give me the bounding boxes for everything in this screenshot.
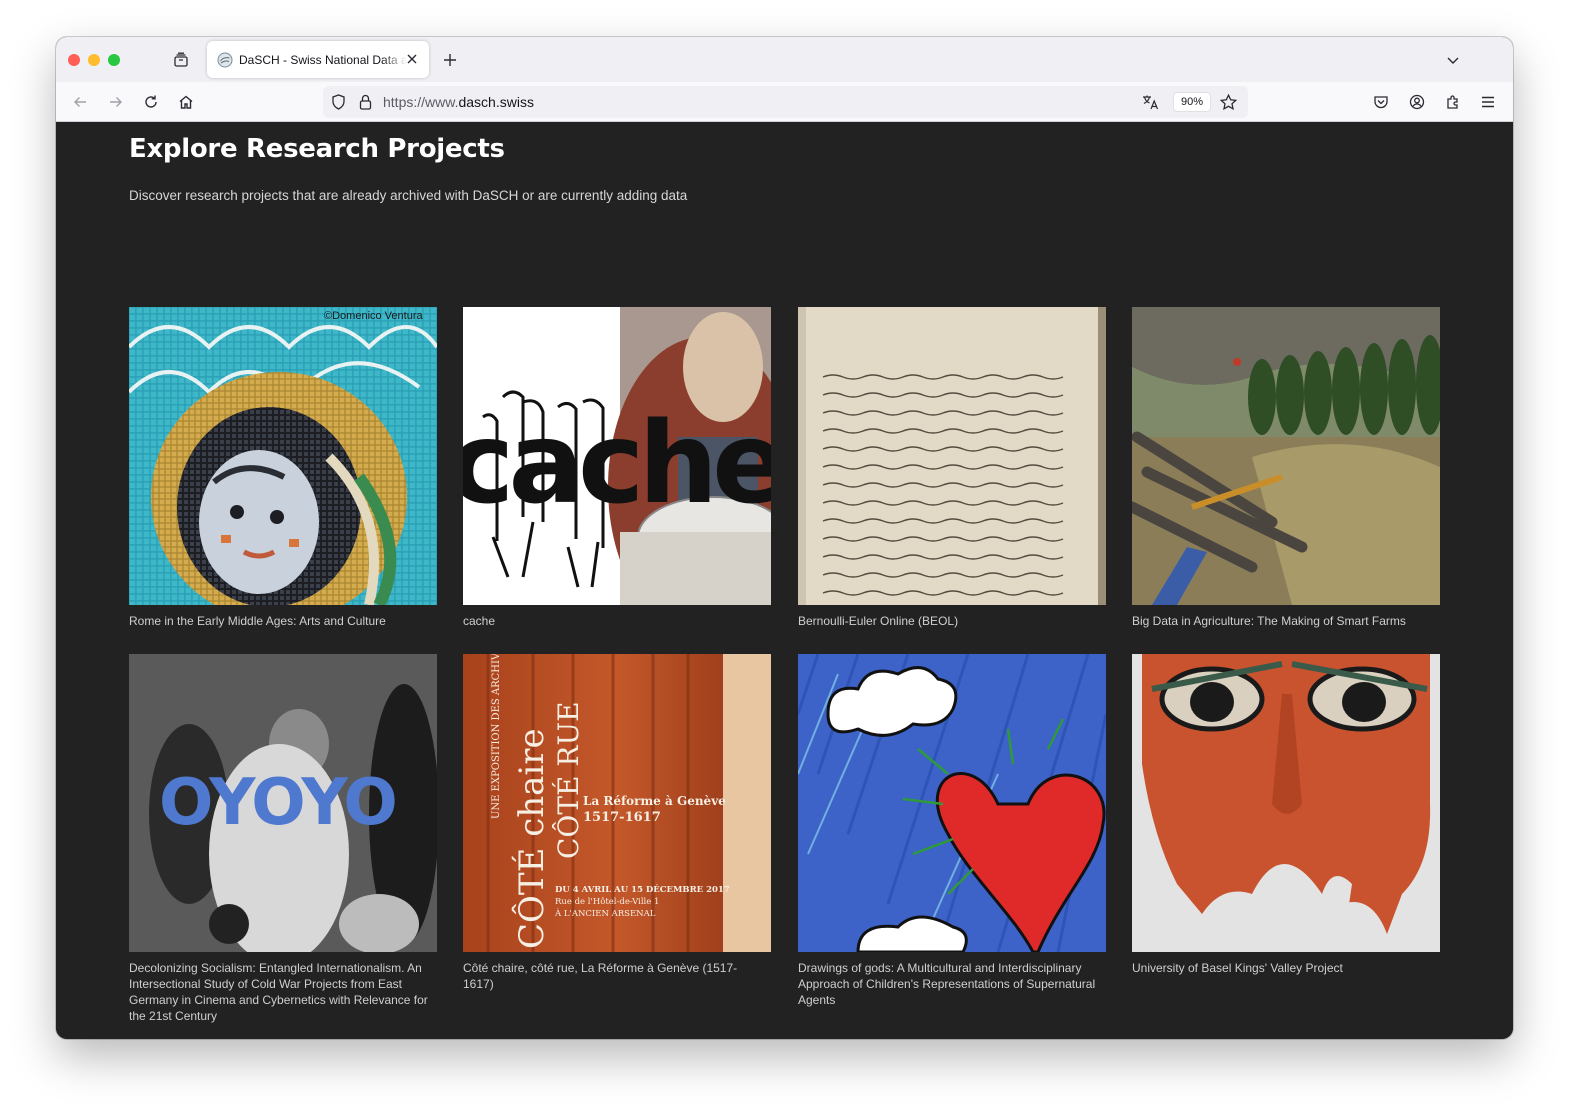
page-title: Explore Research Projects [129,134,505,164]
poster-line-2: Rue de l'Hôtel-de-Ville 1 [555,896,659,907]
poster-line-3: À L'ANCIEN ARSENAL [554,907,656,919]
tab-title: DaSCH - Swiss National Data and Service … [239,52,407,67]
child-drawing-image [798,654,1106,952]
reload-icon[interactable] [141,92,161,112]
translate-icon[interactable] [1141,93,1159,111]
cache-image-text: cache [463,399,771,529]
project-caption[interactable]: Decolonizing Socialism: Entangled Intern… [129,960,429,1024]
project-caption[interactable]: Drawings of gods: A Multicultural and In… [798,960,1098,1008]
bookmark-star-icon[interactable] [1219,93,1237,111]
project-card[interactable]: cache cache [463,307,771,629]
new-tab-icon[interactable] [440,50,460,70]
tab-close-icon[interactable] [404,51,420,67]
farm-landscape-image [1132,307,1440,605]
project-image [1132,654,1440,952]
dance-photo-image: OYOYO [129,654,437,952]
project-card[interactable]: University of Basel Kings' Valley Projec… [1132,654,1440,976]
tab-overview-icon[interactable] [171,50,191,70]
cache-collage-image: cache [463,307,771,605]
url-text[interactable]: https://www.dasch.swiss [383,94,534,110]
window-minimize-button[interactable] [88,54,100,66]
mosaic-image: ©Domenico Ventura [129,307,437,605]
project-card[interactable]: OYOYO Decolonizing Socialism: Entangled … [129,654,437,1024]
project-caption[interactable]: Big Data in Agriculture: The Making of S… [1132,613,1432,629]
project-card[interactable]: Big Data in Agriculture: The Making of S… [1132,307,1440,629]
project-image [1132,307,1440,605]
poster-title-b: CÔTÉ RUE [551,701,585,859]
image-credit: ©Domenico Ventura [324,310,423,322]
poster-line-1: DU 4 AVRIL AU 15 DÉCEMBRE 2017 [555,883,730,895]
address-bar[interactable]: https://www.dasch.swiss 90% [323,86,1248,118]
home-icon[interactable] [176,92,196,112]
page-subtitle: Discover research projects that are alre… [129,188,688,203]
project-caption[interactable]: University of Basel Kings' Valley Projec… [1132,960,1432,976]
project-card[interactable]: ©Domenico Ventura Rome in the Early Midd… [129,307,437,629]
list-all-tabs-chevron-icon[interactable] [1443,50,1463,70]
menu-hamburger-icon[interactable] [1478,92,1498,112]
project-image: cache [463,307,771,605]
project-caption[interactable]: cache [463,613,763,629]
browser-window: DaSCH - Swiss National Data and Service … [56,37,1513,1039]
poster-heading-1: La Réforme à Genève [583,794,726,808]
oyoyo-image-text: OYOYO [159,766,396,840]
pocket-icon[interactable] [1371,92,1391,112]
project-caption[interactable]: Bernoulli-Euler Online (BEOL) [798,613,1098,629]
project-image: ©Domenico Ventura [129,307,437,605]
lock-icon[interactable] [356,93,374,111]
manuscript-image [798,307,1106,605]
project-image: OYOYO [129,654,437,952]
tab-strip: DaSCH - Swiss National Data and Service … [56,37,1513,82]
poster-side-text: UNE EXPOSITION DES ARCHIVES D'ÉTAT [490,654,502,819]
project-caption[interactable]: Côté chaire, côté rue, La Réforme à Genè… [463,960,763,992]
url-domain: dasch.swiss [458,94,534,110]
project-card[interactable]: Bernoulli-Euler Online (BEOL) [798,307,1106,629]
project-image [798,307,1106,605]
extensions-icon[interactable] [1443,92,1463,112]
tracking-protection-shield-icon[interactable] [329,93,347,111]
project-image [798,654,1106,952]
project-card[interactable]: UNE EXPOSITION DES ARCHIVES D'ÉTAT CÔTÉ … [463,654,771,992]
poster-title-a: CÔTÉ chaire [511,728,552,949]
project-card[interactable]: Drawings of gods: A Multicultural and In… [798,654,1106,1008]
tab-dasch[interactable]: DaSCH - Swiss National Data and Service … [207,41,429,78]
window-close-button[interactable] [68,54,80,66]
project-image: UNE EXPOSITION DES ARCHIVES D'ÉTAT CÔTÉ … [463,654,771,952]
dasch-favicon-icon [217,52,233,67]
page-content: Explore Research Projects Discover resea… [56,123,1513,1039]
url-prefix: https://www. [383,94,459,110]
navigation-bar: https://www.dasch.swiss 90% [56,82,1513,122]
project-caption[interactable]: Rome in the Early Middle Ages: Arts and … [129,613,429,629]
forward-arrow-icon[interactable] [106,92,126,112]
poster-heading-2: 1517-1617 [583,810,661,825]
egyptian-mask-image [1132,654,1440,952]
window-maximize-button[interactable] [108,54,120,66]
account-icon[interactable] [1407,92,1427,112]
back-arrow-icon[interactable] [70,92,90,112]
reformation-poster-image: UNE EXPOSITION DES ARCHIVES D'ÉTAT CÔTÉ … [463,654,771,952]
zoom-level-badge[interactable]: 90% [1173,92,1211,112]
